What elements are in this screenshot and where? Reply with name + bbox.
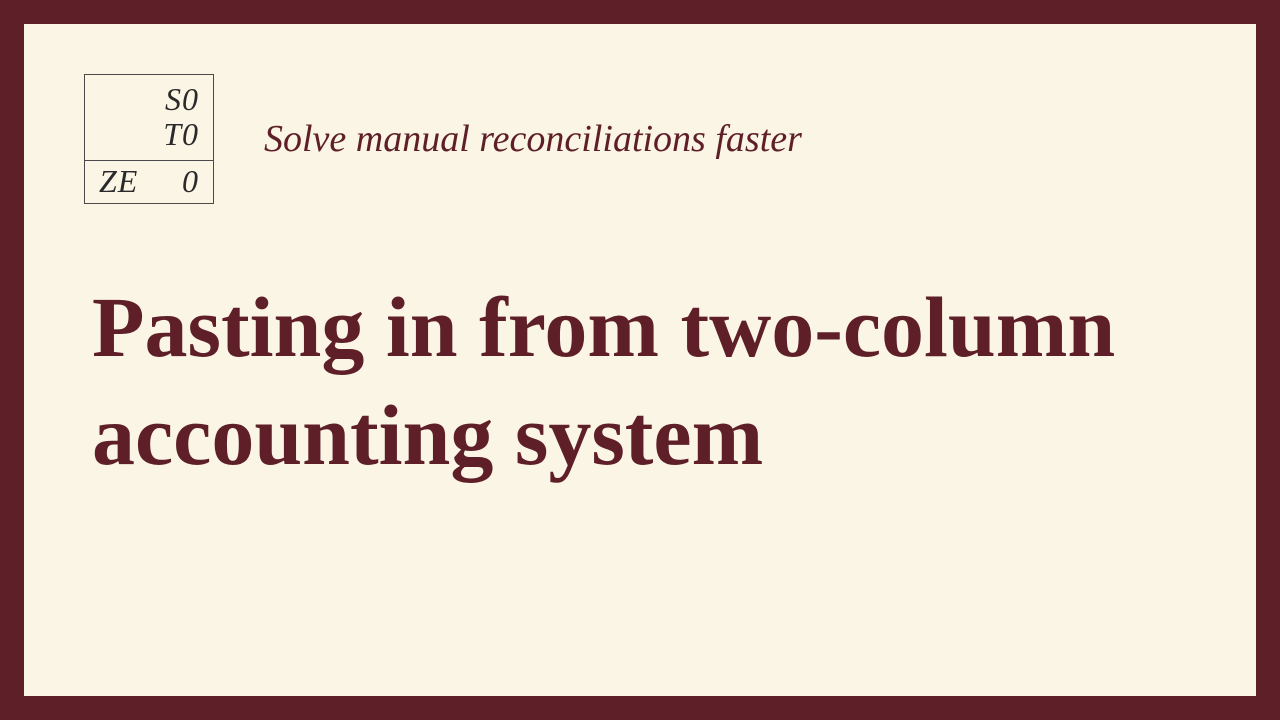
logo-icon: S0 T0 ZE 0 <box>84 74 214 204</box>
logo-text-line3-right: 0 <box>182 163 199 200</box>
slide-title: Pasting in from two-column accounting sy… <box>84 274 1196 489</box>
logo-bottom-section: ZE 0 <box>85 160 213 203</box>
tagline-text: Solve manual reconciliations faster <box>264 117 802 161</box>
logo-text-line1: S0 <box>165 82 199 117</box>
slide-card: S0 T0 ZE 0 Solve manual reconciliations … <box>24 24 1256 696</box>
logo-top-section: S0 T0 <box>85 75 213 160</box>
slide-header: S0 T0 ZE 0 Solve manual reconciliations … <box>84 74 1196 204</box>
logo-text-line3-left: ZE <box>99 163 138 200</box>
logo-text-line2: T0 <box>163 117 199 152</box>
